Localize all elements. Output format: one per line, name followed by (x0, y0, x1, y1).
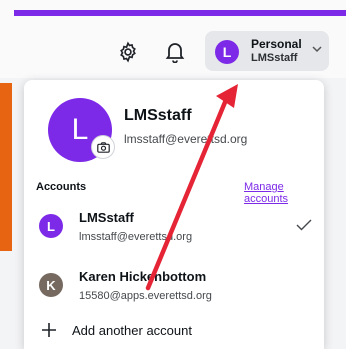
camera-icon[interactable] (92, 136, 114, 158)
account-item-karen-hickenbottom[interactable]: K Karen Hickenbottom 15580@apps.everetts… (24, 263, 324, 309)
manage-accounts-link[interactable]: Manage accounts (244, 181, 324, 205)
account-switcher-title: Personal (251, 37, 302, 51)
account-email: 15580@apps.everettsd.org (79, 290, 212, 302)
top-bar: L Personal LMSstaff (0, 0, 346, 78)
account-switcher-text: Personal LMSstaff (251, 37, 302, 65)
account-menu-panel: L LMSstaff lmsstaff@everettsd.org Accoun… (24, 80, 324, 349)
profile-name: LMSstaff (124, 107, 192, 124)
account-switcher-subtitle: LMSstaff (251, 52, 298, 64)
gear-icon[interactable] (115, 39, 141, 65)
background-strip (0, 83, 12, 251)
avatar: L (215, 40, 239, 64)
account-item-lmsstaff[interactable]: L LMSstaff lmsstaff@everettsd.org (24, 204, 324, 250)
profile-email: lmsstaff@everettsd.org (124, 132, 248, 146)
account-email: lmsstaff@everettsd.org (79, 231, 193, 243)
accent-line (14, 10, 346, 16)
account-switcher-button[interactable]: L Personal LMSstaff (205, 31, 329, 71)
check-icon (296, 218, 312, 236)
account-name: Karen Hickenbottom (79, 269, 207, 284)
account-name: LMSstaff (79, 210, 134, 225)
plus-icon (40, 321, 58, 344)
avatar: L (39, 214, 63, 238)
add-account-button[interactable]: Add another account (24, 315, 324, 347)
bell-icon[interactable] (162, 39, 188, 65)
avatar: K (39, 273, 63, 297)
chevron-down-icon (312, 45, 322, 56)
add-account-label: Add another account (72, 323, 192, 338)
accounts-section-label: Accounts (36, 181, 87, 193)
